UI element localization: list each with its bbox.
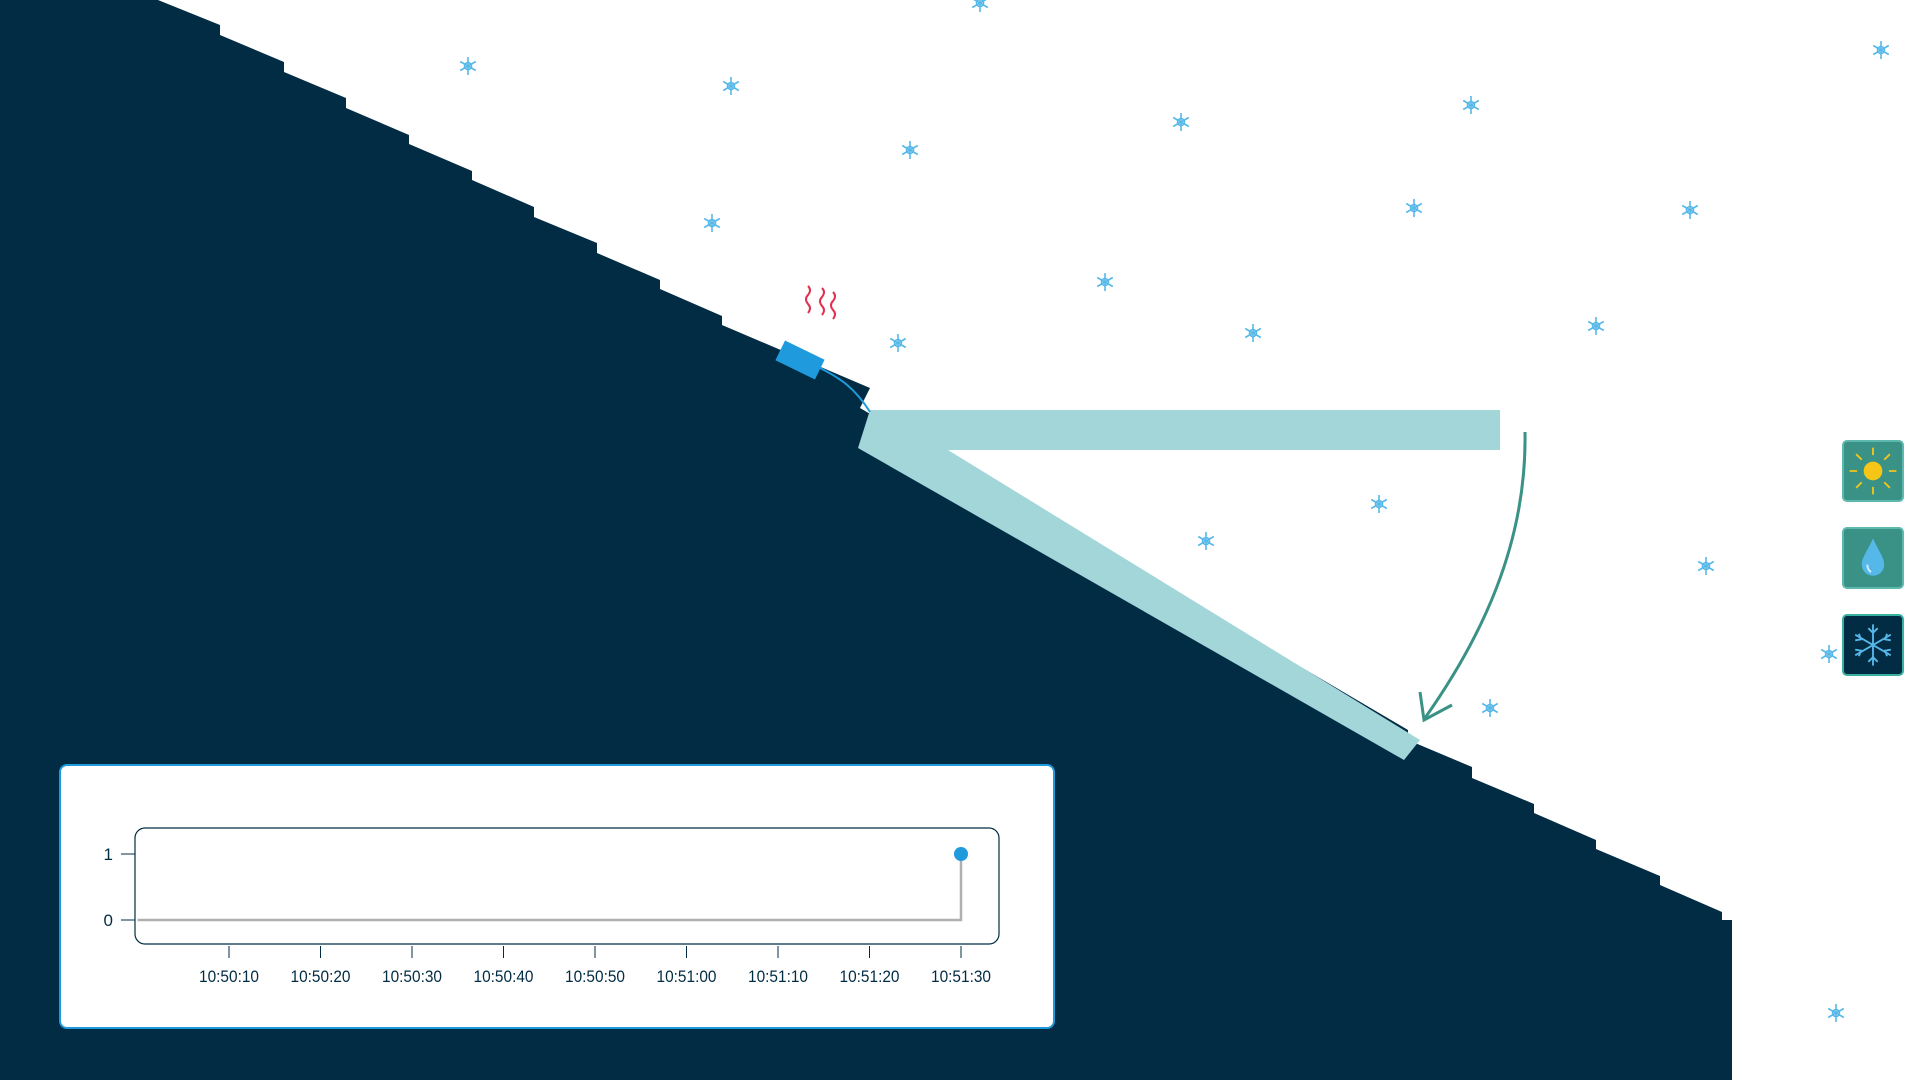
snowflake-icon: [1854, 624, 1892, 666]
snowflake-icon: [703, 214, 721, 232]
hatch-arrow-head: [1418, 691, 1453, 723]
sensor-graph-panel: 10:50:10 10:50:20 10:50:30 10:50:40 10:50:50…: [59, 764, 1055, 1029]
x-tick-label: 10:50:20: [291, 967, 351, 986]
sun-icon: [1849, 447, 1897, 495]
snowflake-icon: [1872, 41, 1890, 59]
x-tick-label: 10:50:30: [382, 967, 442, 986]
sensor-state-chart: 10:50:10 10:50:20 10:50:30 10:50:40 10:50:50…: [104, 827, 1000, 986]
snowflake-icon: [971, 0, 989, 12]
x-tick-label: 10:50:50: [565, 967, 625, 986]
water-drop-icon: [1861, 538, 1885, 576]
snowflake-icon: [459, 57, 477, 75]
snowflake-icon: [1681, 201, 1699, 219]
y-tick-label: 0: [104, 911, 113, 930]
snowflake-icon: [1405, 199, 1423, 217]
snowflake-icon: [1820, 645, 1838, 663]
snowflake-icon: [1587, 317, 1605, 335]
snowflake-icon: [1462, 96, 1480, 114]
snowflake-icon: [1197, 532, 1215, 550]
rain-weather-button[interactable]: [1842, 527, 1904, 589]
snowflake-icon: [1697, 557, 1715, 575]
x-tick-label: 10:50:40: [474, 967, 534, 986]
plot-area-frame: [134, 827, 1000, 945]
x-tick-label: 10:50:10: [199, 967, 259, 986]
x-tick-label: 10:51:30: [931, 967, 991, 986]
series-line: [137, 854, 963, 922]
hatch-closing-arrow: [1423, 431, 1527, 719]
series-point: [954, 847, 968, 861]
snowflake-icon: [1172, 113, 1190, 131]
x-tick-label: 10:51:00: [657, 967, 717, 986]
snowflake-icon: [889, 334, 907, 352]
snowflake-icon: [1244, 324, 1262, 342]
snowflake-icon: [1370, 495, 1388, 513]
snowflake-icon: [1481, 699, 1499, 717]
snowflake-icon: [901, 141, 919, 159]
sunny-weather-button[interactable]: [1842, 440, 1904, 502]
snowflake-icon: [722, 77, 740, 95]
y-tick-label: 1: [104, 845, 113, 864]
snowflake-icon: [1827, 1004, 1845, 1022]
x-tick-label: 10:51:20: [840, 967, 900, 986]
x-tick-label: 10:51:10: [748, 967, 808, 986]
snowflake-icon: [1096, 273, 1114, 291]
sensor-heating-indicator: [805, 285, 836, 320]
snow-weather-button[interactable]: [1842, 614, 1904, 676]
